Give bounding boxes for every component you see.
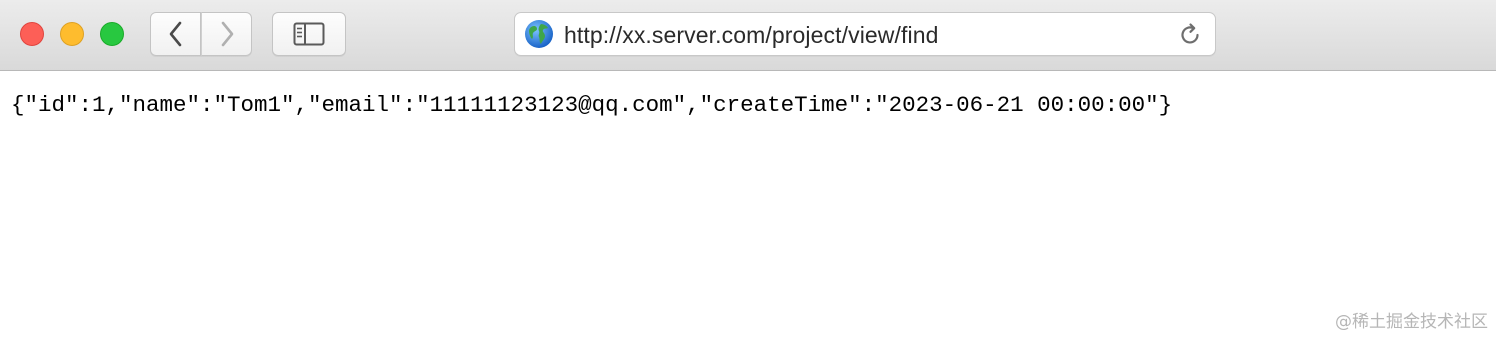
- sidebar-toggle-button[interactable]: [272, 12, 346, 56]
- chevron-right-icon: [221, 21, 233, 47]
- back-button[interactable]: [150, 12, 201, 56]
- watermark: @稀土掘金技术社区: [1335, 312, 1488, 332]
- browser-toolbar: http://xx.server.com/project/view/find: [0, 0, 1496, 71]
- browser-window: http://xx.server.com/project/view/find {…: [0, 0, 1496, 338]
- address-bar[interactable]: http://xx.server.com/project/view/find: [514, 12, 1216, 56]
- window-zoom-button[interactable]: [100, 22, 124, 46]
- sidebar-icon: [293, 22, 325, 46]
- forward-button[interactable]: [201, 12, 252, 56]
- globe-icon: [525, 20, 553, 48]
- reload-icon[interactable]: [1177, 22, 1203, 48]
- window-minimize-button[interactable]: [60, 22, 84, 46]
- json-response-text: {"id":1,"name":"Tom1","email":"111111231…: [11, 92, 1173, 118]
- window-close-button[interactable]: [20, 22, 44, 46]
- page-content: {"id":1,"name":"Tom1","email":"111111231…: [0, 71, 1496, 338]
- chevron-left-icon: [169, 21, 181, 47]
- url-text[interactable]: http://xx.server.com/project/view/find: [564, 13, 939, 55]
